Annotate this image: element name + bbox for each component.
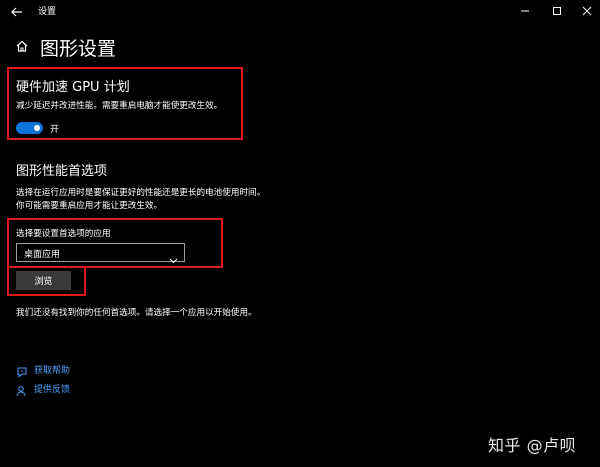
close-icon <box>582 6 592 16</box>
no-preferences-message: 我们还没有找到你的任何首选项。请选择一个应用以开始使用。 <box>16 308 257 318</box>
maximize-button[interactable] <box>548 2 566 20</box>
page-title: 图形设置 <box>40 38 117 60</box>
close-button[interactable] <box>578 2 596 20</box>
gpu-section-heading: 硬件加速 GPU 计划 <box>16 80 130 95</box>
help-icon <box>16 363 28 378</box>
gpu-scheduling-toggle[interactable] <box>16 122 43 134</box>
home-icon[interactable] <box>15 38 29 52</box>
toggle-state-label: 开 <box>50 125 60 135</box>
window-title: 设置 <box>38 7 57 17</box>
minimize-button[interactable] <box>516 2 534 20</box>
get-help-link[interactable]: 获取帮助 <box>34 363 70 376</box>
back-arrow-icon[interactable] <box>10 4 24 18</box>
title-bar <box>0 0 600 22</box>
dropdown-selected-value: 桌面应用 <box>24 250 61 260</box>
gpu-section-description: 减少延迟并改进性能。需要重启电脑才能使更改生效。 <box>16 101 223 111</box>
give-feedback-link[interactable]: 提供反馈 <box>34 382 70 395</box>
browse-button[interactable]: 浏览 <box>16 271 71 290</box>
watermark: 知乎 @卢呗 <box>488 436 577 455</box>
select-app-label: 选择要设置首选项的应用 <box>16 229 111 239</box>
preference-section-heading: 图形性能首选项 <box>16 164 108 179</box>
preference-description-line2: 你可能需要重启应用才能让更改生效。 <box>16 201 163 211</box>
chevron-down-icon <box>169 249 178 264</box>
minimize-icon <box>521 10 529 12</box>
app-type-dropdown[interactable]: 桌面应用 <box>16 243 185 264</box>
preference-description-line1: 选择在运行应用时是要保证更好的性能还是更长的电池使用时间。 <box>16 188 266 198</box>
feedback-icon <box>16 382 28 397</box>
maximize-icon <box>553 7 561 15</box>
